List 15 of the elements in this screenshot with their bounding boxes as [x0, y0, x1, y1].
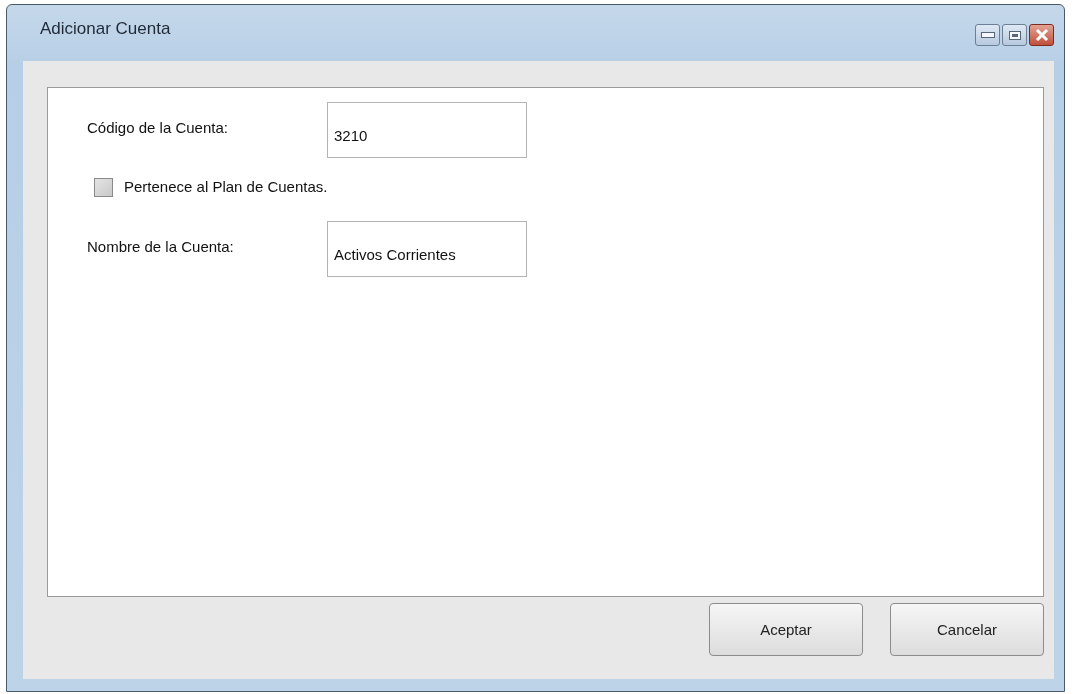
input-field[interactable]: 3210 — [327, 102, 527, 158]
close-button[interactable] — [1029, 24, 1054, 46]
maximize-button[interactable] — [1002, 24, 1027, 46]
minimize-button[interactable] — [975, 24, 1000, 46]
minimize-icon — [980, 32, 995, 38]
checkbox-label: Pertenece al Plan de Cuentas. — [124, 178, 328, 195]
field-label: Nombre de la Cuenta: — [87, 237, 235, 255]
input-field[interactable]: Activos Corrientes — [327, 221, 527, 277]
checkbox[interactable] — [94, 178, 113, 197]
close-icon — [1034, 29, 1049, 41]
dialog-button[interactable]: Aceptar — [709, 603, 863, 656]
window-title: Adicionar Cuenta — [40, 19, 171, 39]
dialog-button[interactable]: Cancelar — [890, 603, 1044, 656]
maximize-icon — [1008, 30, 1021, 40]
field-label: Código de la Cuenta: — [87, 118, 229, 136]
